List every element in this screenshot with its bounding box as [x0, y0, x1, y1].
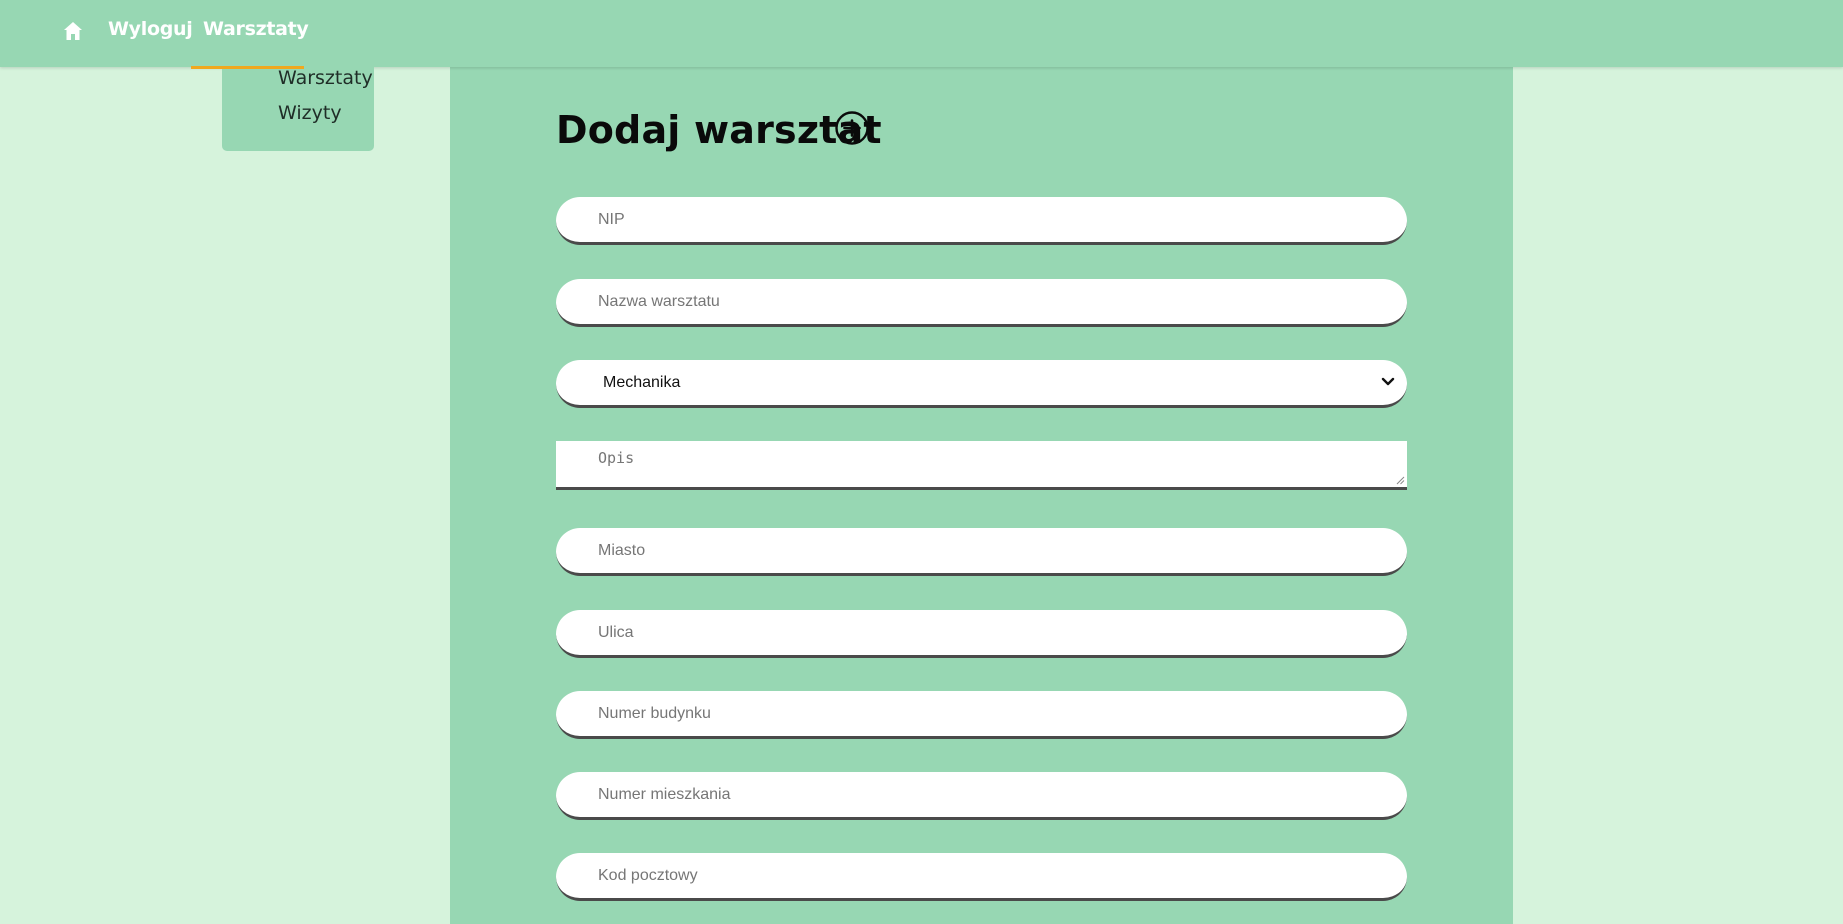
nip-input[interactable] — [556, 197, 1407, 245]
plus-circle-icon[interactable] — [834, 110, 870, 146]
apartment-number-input[interactable] — [556, 772, 1407, 820]
dropdown-item-warsztaty[interactable]: Warsztaty — [278, 67, 373, 89]
workshop-name-input[interactable] — [556, 279, 1407, 327]
active-nav-indicator — [191, 66, 304, 69]
category-select[interactable]: Mechanika — [556, 360, 1407, 408]
logout-link[interactable]: Wyloguj — [108, 18, 193, 40]
top-navbar: Wyloguj Warsztaty — [0, 0, 1843, 67]
page-title: Dodaj warsztat — [556, 108, 882, 152]
description-field — [556, 441, 1407, 490]
dropdown-item-wizyty[interactable]: Wizyty — [278, 102, 342, 124]
resize-handle-icon[interactable] — [1395, 475, 1405, 485]
warsztaty-dropdown-menu: Warsztaty Wizyty — [222, 67, 374, 151]
category-select-value: Mechanika — [603, 374, 681, 391]
chevron-down-icon — [1381, 377, 1395, 386]
description-textarea[interactable] — [556, 441, 1407, 487]
street-input[interactable] — [556, 610, 1407, 658]
city-input[interactable] — [556, 528, 1407, 576]
home-icon[interactable] — [62, 20, 84, 42]
postal-code-input[interactable] — [556, 853, 1407, 901]
warsztaty-nav-link[interactable]: Warsztaty — [203, 18, 309, 40]
building-number-input[interactable] — [556, 691, 1407, 739]
